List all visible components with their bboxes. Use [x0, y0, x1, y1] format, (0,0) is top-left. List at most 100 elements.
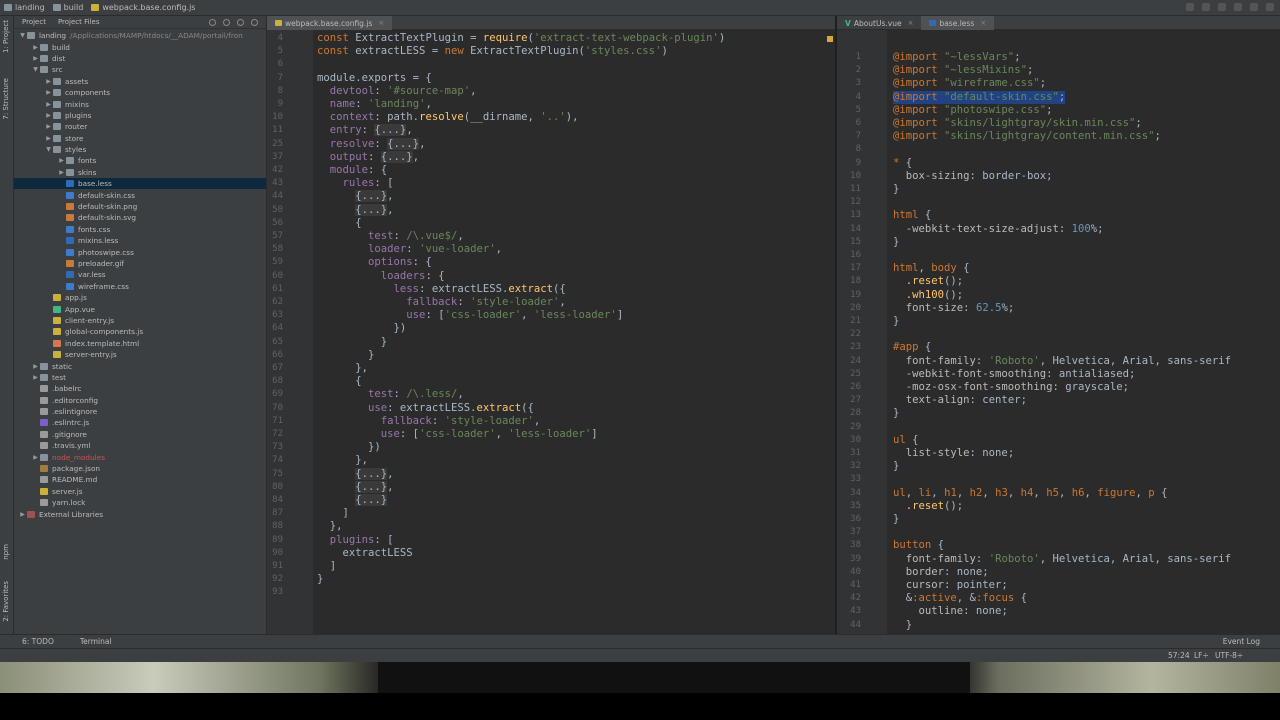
expand-arrow-icon[interactable]: ▼: [18, 32, 27, 39]
expand-arrow-icon[interactable]: ▶: [44, 135, 53, 142]
expand-arrow-icon[interactable]: ▼: [31, 66, 40, 73]
expand-arrow-icon[interactable]: ▶: [44, 123, 53, 130]
file-encoding[interactable]: UTF-8÷: [1215, 651, 1243, 660]
tree-item[interactable]: photoswipe.css: [14, 246, 266, 257]
tree-item[interactable]: ▶ plugins: [14, 110, 266, 121]
tab-webpack-base-config[interactable]: webpack.base.config.js ×: [267, 16, 393, 30]
tree-item[interactable]: index.template.html: [14, 338, 266, 349]
expand-arrow-icon[interactable]: ▶: [57, 157, 66, 164]
expand-arrow-icon[interactable]: ▶: [44, 101, 53, 108]
tree-item[interactable]: package.json: [14, 463, 266, 474]
tree-item[interactable]: server.js: [14, 486, 266, 497]
tree-item[interactable]: .eslintignore: [14, 406, 266, 417]
tree-item[interactable]: wireframe.css: [14, 281, 266, 292]
tree-item[interactable]: ▼ landing/Applications/MAMP/htdocs/__ADAM…: [14, 30, 266, 41]
target-icon[interactable]: [209, 18, 216, 26]
tree-item[interactable]: .travis.yml: [14, 440, 266, 451]
tree-item[interactable]: base.less: [14, 178, 266, 190]
tree-item[interactable]: ▶ components: [14, 87, 266, 98]
run-icon[interactable]: [1202, 3, 1210, 11]
expand-arrow-icon[interactable]: ▶: [31, 44, 40, 51]
expand-arrow-icon[interactable]: ▶: [18, 511, 27, 518]
expand-arrow-icon[interactable]: ▶: [44, 89, 53, 96]
tree-item[interactable]: ▶ assets: [14, 76, 266, 87]
tree-item[interactable]: ▶ External Libraries: [14, 508, 266, 519]
breadcrumb-build[interactable]: build: [49, 0, 88, 16]
expand-arrow-icon[interactable]: ▶: [44, 78, 53, 85]
gear-icon[interactable]: [237, 18, 244, 26]
tree-item[interactable]: ▶ fonts: [14, 155, 266, 166]
tree-item[interactable]: ▶ build: [14, 41, 266, 52]
tree-item[interactable]: fonts.css: [14, 224, 266, 235]
expand-arrow-icon[interactable]: ▼: [44, 146, 53, 153]
close-icon[interactable]: ×: [908, 19, 914, 27]
tree-item[interactable]: global-components.js: [14, 326, 266, 337]
code-line: ]: [317, 560, 336, 573]
tree-item[interactable]: ▶ node_modules: [14, 451, 266, 462]
tab-project[interactable]: Project: [18, 18, 50, 26]
code-token: options: [317, 256, 413, 269]
close-icon[interactable]: ×: [980, 19, 986, 27]
editor-webpack-config[interactable]: webpack.base.config.js × 4 const ExtractTe…: [267, 16, 835, 634]
expand-arrow-icon[interactable]: ▶: [31, 374, 40, 381]
tree-item[interactable]: ▶ store: [14, 133, 266, 144]
tree-item[interactable]: server-entry.js: [14, 349, 266, 360]
tree-item[interactable]: .babelrc: [14, 383, 266, 394]
search-icon[interactable]: [1266, 3, 1274, 11]
event-log-button[interactable]: Event Log: [1223, 637, 1260, 646]
tree-item[interactable]: ▼ styles: [14, 144, 266, 155]
favorites-tool-tab[interactable]: 2: Favorites: [2, 581, 10, 622]
expand-arrow-icon[interactable]: ▶: [57, 169, 66, 176]
tree-item[interactable]: client-entry.js: [14, 315, 266, 326]
tree-item[interactable]: preloader.gif: [14, 258, 266, 269]
tree-item[interactable]: app.js: [14, 292, 266, 303]
line-number: 10: [272, 112, 283, 123]
npm-tool-tab[interactable]: npm: [2, 544, 10, 560]
tab-aboutus-vue[interactable]: V AboutUs.vue ×: [837, 16, 921, 30]
tree-item[interactable]: ▶ test: [14, 372, 266, 383]
tree-item[interactable]: ▶ router: [14, 121, 266, 132]
editor-tabs: webpack.base.config.js ×: [267, 16, 835, 30]
tree-item[interactable]: .eslintrc.js: [14, 417, 266, 428]
tab-base-less[interactable]: base.less ×: [921, 16, 995, 30]
tree-item[interactable]: default-skin.css: [14, 189, 266, 200]
warning-marker-icon[interactable]: [827, 36, 833, 42]
caret-position[interactable]: 57:24: [1168, 651, 1190, 660]
tree-item[interactable]: App.vue: [14, 303, 266, 314]
tree-item[interactable]: ▶ static: [14, 360, 266, 371]
tree-item[interactable]: README.md: [14, 474, 266, 485]
tree-item[interactable]: default-skin.svg: [14, 212, 266, 223]
tree-item[interactable]: yarn.lock: [14, 497, 266, 508]
stop-icon[interactable]: [1234, 3, 1242, 11]
project-tool-tab[interactable]: 1: Project: [2, 20, 10, 53]
expand-arrow-icon[interactable]: ▶: [31, 55, 40, 62]
settings-icon[interactable]: [1250, 3, 1258, 11]
code-line: }: [893, 619, 912, 632]
expand-arrow-icon[interactable]: ▶: [44, 112, 53, 119]
tree-item[interactable]: var.less: [14, 269, 266, 280]
hide-icon[interactable]: [251, 18, 258, 26]
structure-tool-tab[interactable]: 7: Structure: [2, 78, 10, 120]
tab-project-files[interactable]: Project Files: [54, 18, 104, 26]
line-separator[interactable]: LF÷: [1194, 651, 1209, 660]
dropdown-icon[interactable]: [1186, 3, 1194, 11]
tree-item[interactable]: ▼ src: [14, 64, 266, 75]
todo-tool-button[interactable]: 6: TODO: [22, 637, 54, 646]
tree-item[interactable]: default-skin.png: [14, 201, 266, 212]
debug-icon[interactable]: [1218, 3, 1226, 11]
expand-arrow-icon[interactable]: ▶: [31, 363, 40, 370]
tree-item[interactable]: .gitignore: [14, 429, 266, 440]
tree-item[interactable]: ▶ mixins: [14, 98, 266, 109]
breadcrumb-file[interactable]: webpack.base.config.js: [87, 0, 199, 16]
tree-item[interactable]: mixins.less: [14, 235, 266, 246]
tree-item[interactable]: ▶ dist: [14, 53, 266, 64]
code-line: .reset();: [893, 275, 963, 288]
breadcrumb-landing[interactable]: landing: [0, 0, 49, 16]
tree-item[interactable]: .editorconfig: [14, 395, 266, 406]
expand-arrow-icon[interactable]: ▶: [31, 454, 40, 461]
terminal-tool-button[interactable]: Terminal: [80, 637, 112, 646]
editor-base-less[interactable]: V AboutUs.vue × base.less × 1 @import "~less…: [836, 16, 1280, 634]
tree-item[interactable]: ▶ skins: [14, 167, 266, 178]
close-icon[interactable]: ×: [378, 19, 384, 27]
collapse-icon[interactable]: [223, 18, 230, 26]
